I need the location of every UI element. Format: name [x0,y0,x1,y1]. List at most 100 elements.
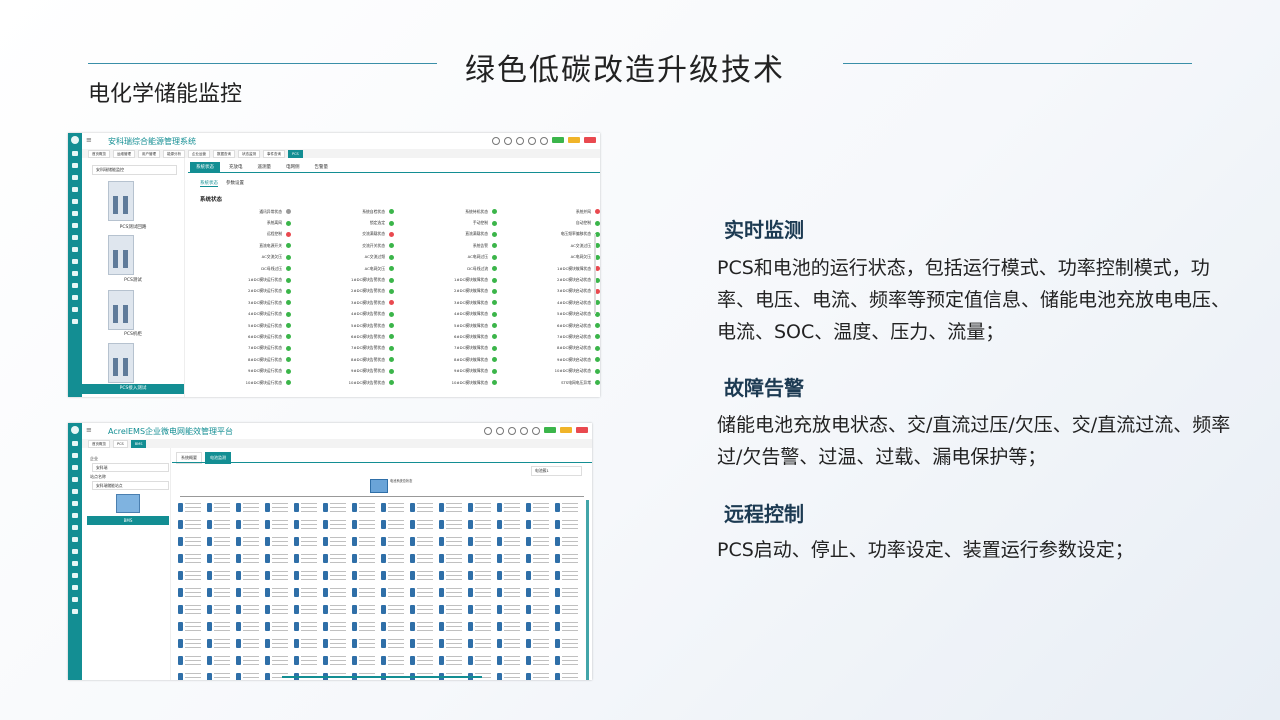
sidebar-icon[interactable] [72,151,78,156]
battery-cell[interactable] [351,653,378,668]
battery-cell[interactable] [467,568,494,583]
battery-cell[interactable] [293,670,320,680]
enterprise-select[interactable]: 安科瑞 [92,463,169,472]
battery-cell[interactable] [554,534,581,549]
sidebar-icon[interactable] [72,573,78,578]
battery-cell[interactable] [322,670,349,680]
sidebar-icon[interactable] [72,513,78,518]
search-icon[interactable] [496,427,504,435]
battery-cell[interactable] [438,585,465,600]
battery-cell[interactable] [351,636,378,651]
sidebar-icon[interactable] [72,489,78,494]
battery-cell[interactable] [409,653,436,668]
battery-cell[interactable] [177,500,204,515]
battery-cell[interactable] [409,517,436,532]
battery-cell[interactable] [467,602,494,617]
battery-cell[interactable] [380,653,407,668]
battery-cell[interactable] [177,619,204,634]
battery-cell[interactable] [467,500,494,515]
settings-icon[interactable] [492,137,500,145]
nav-tab[interactable]: 运维管理 [113,149,135,158]
sidebar-icon[interactable] [72,597,78,602]
nav-tab[interactable]: 用户管理 [138,149,160,158]
battery-cell[interactable] [206,500,233,515]
nav-tab[interactable]: PCS [113,439,128,448]
battery-cell[interactable] [496,653,523,668]
sidebar-icon[interactable] [72,163,78,168]
battery-cell[interactable] [206,585,233,600]
bms-device-image[interactable] [116,494,140,513]
battery-cell[interactable] [264,568,291,583]
battery-cell[interactable] [467,670,494,680]
battery-cell[interactable] [554,653,581,668]
device-label[interactable]: PCS测试回路 [82,224,184,230]
battery-cell[interactable] [177,670,204,680]
battery-cell[interactable] [264,602,291,617]
battery-cell[interactable] [235,636,262,651]
battery-cell[interactable] [264,619,291,634]
station-select[interactable]: 安科瑞储能站点 [92,481,169,490]
battery-cell[interactable] [206,670,233,680]
battery-cell[interactable] [409,602,436,617]
battery-cell[interactable] [380,551,407,566]
battery-cell[interactable] [380,619,407,634]
battery-cell[interactable] [467,619,494,634]
battery-cell[interactable] [206,602,233,617]
battery-cell[interactable] [322,551,349,566]
menu-icon[interactable]: ≡ [86,136,92,144]
battery-cell[interactable] [206,517,233,532]
fullscreen-icon[interactable] [532,427,540,435]
battery-cell[interactable] [177,568,204,583]
battery-cell[interactable] [409,551,436,566]
battery-cell[interactable] [496,534,523,549]
subtab-params[interactable]: 参数设置 [226,180,244,187]
battery-cell[interactable] [496,585,523,600]
sidebar-icon[interactable] [72,211,78,216]
battery-cell[interactable] [525,551,552,566]
sidebar-icon[interactable] [72,199,78,204]
battery-cell[interactable] [554,636,581,651]
battery-cell[interactable] [322,585,349,600]
battery-cell[interactable] [177,653,204,668]
sound-icon[interactable] [516,137,524,145]
nav-tab[interactable]: 状态监测 [238,149,260,158]
battery-cell[interactable] [351,670,378,680]
battery-cell[interactable] [206,653,233,668]
battery-cell[interactable] [264,653,291,668]
battery-cell[interactable] [293,585,320,600]
device-image[interactable] [108,235,134,275]
battery-cell[interactable] [409,500,436,515]
bms-device-label[interactable]: BMS [87,516,169,525]
battery-cell[interactable] [380,670,407,680]
battery-cell[interactable] [351,568,378,583]
device-label[interactable]: PCS测试 [82,277,184,283]
sidebar-icon[interactable] [72,501,78,506]
battery-cell[interactable] [380,568,407,583]
battery-cell[interactable] [409,619,436,634]
nav-tab[interactable]: 首页概览 [88,439,110,448]
battery-cell[interactable] [351,517,378,532]
battery-cell[interactable] [554,500,581,515]
battery-cell[interactable] [206,619,233,634]
sidebar-icon[interactable] [72,319,78,324]
battery-cell[interactable] [322,653,349,668]
sidebar-icon[interactable] [72,283,78,288]
battery-cell[interactable] [235,551,262,566]
badge-red-icon[interactable] [584,137,596,143]
battery-cell[interactable] [206,636,233,651]
battery-cell[interactable] [409,670,436,680]
battery-cell[interactable] [525,517,552,532]
search-icon[interactable] [504,137,512,145]
sidebar-icon[interactable] [72,235,78,240]
battery-cell[interactable] [351,619,378,634]
refresh-icon[interactable] [528,137,536,145]
battery-cell[interactable] [438,653,465,668]
battery-cell[interactable] [177,636,204,651]
battery-cell[interactable] [235,517,262,532]
menu-icon[interactable]: ≡ [86,426,92,434]
battery-cell[interactable] [235,585,262,600]
battery-cell[interactable] [525,670,552,680]
battery-cell[interactable] [351,602,378,617]
device-label[interactable]: PCS机柜 [82,331,184,337]
sidebar-icon[interactable] [72,175,78,180]
